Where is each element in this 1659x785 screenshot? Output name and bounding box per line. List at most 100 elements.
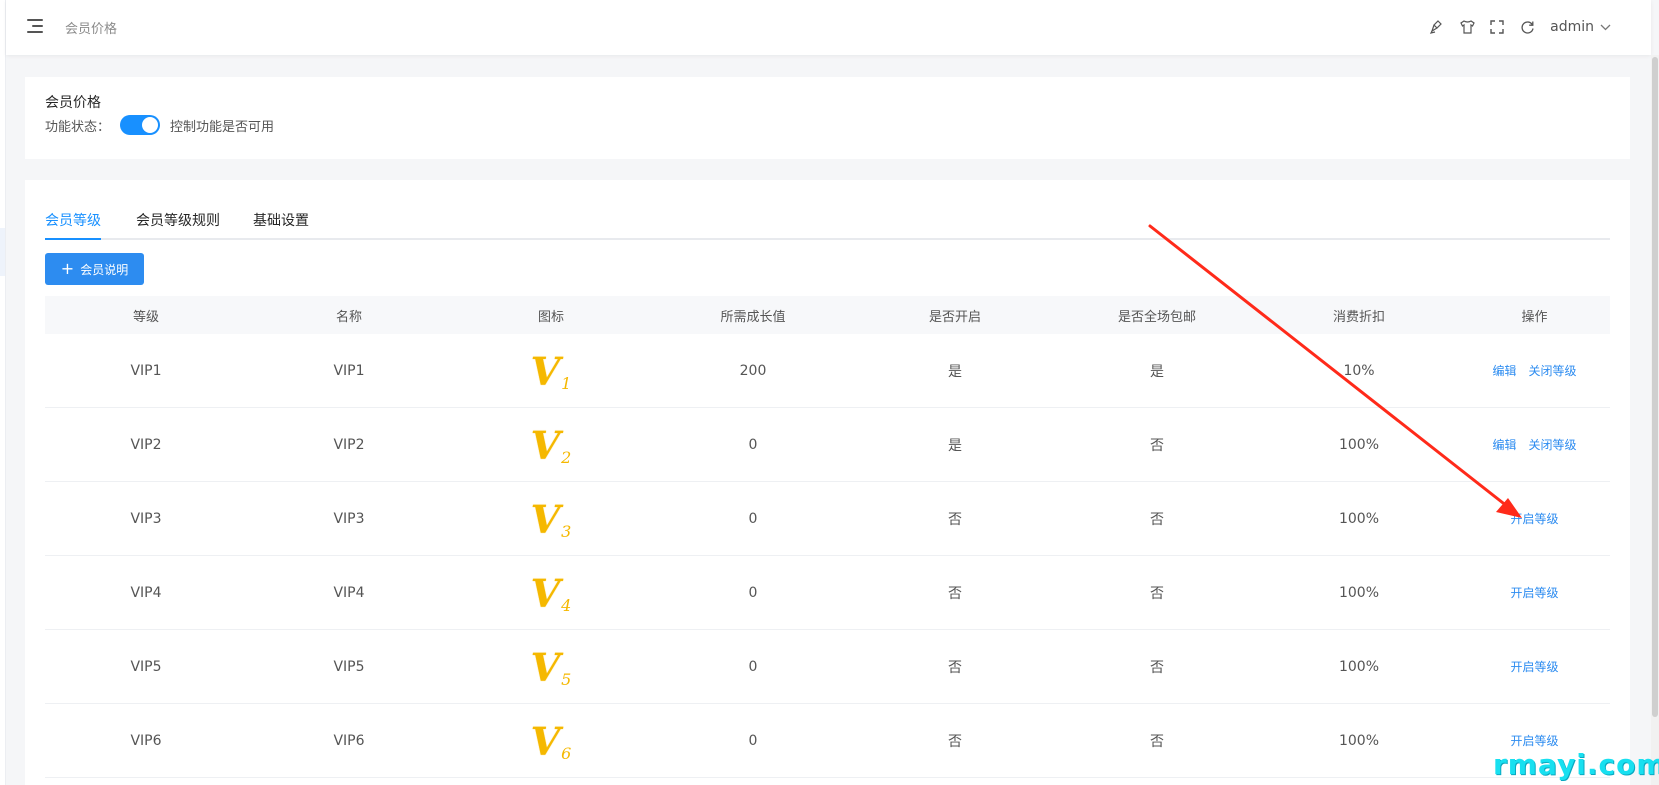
cell-growth: 200: [739, 362, 767, 379]
refresh-icon[interactable]: [1518, 18, 1536, 36]
member-level-table: 等级 名称 图标 所需成长值 是否开启 是否全场包邮 消费折扣 操作 VIP1 …: [45, 296, 1610, 778]
shirt-icon[interactable]: [1458, 18, 1476, 36]
cell-level: VIP5: [130, 658, 162, 675]
cell-icon: V3: [451, 499, 651, 541]
cell-name: VIP4: [333, 584, 365, 601]
table-row: VIP3 VIP3 V3 0 否 否 100% 开启等级: [45, 482, 1610, 556]
edit-link[interactable]: 编辑: [1492, 436, 1516, 453]
cell-icon: V4: [451, 573, 651, 615]
cell-name: VIP6: [333, 732, 365, 749]
col-growth: 所需成长值: [720, 309, 786, 325]
cell-growth: 0: [748, 510, 758, 527]
cell-level: VIP1: [130, 362, 162, 379]
status-label: 功能状态：: [45, 119, 111, 135]
header-actions: admin: [1428, 16, 1611, 38]
cell-growth: 0: [748, 658, 758, 675]
open-level-link[interactable]: 开启等级: [1510, 510, 1558, 527]
cell-discount: 100%: [1338, 510, 1380, 527]
sidebar-active-indicator: [0, 228, 5, 276]
tab-bar: 会员等级 会员等级规则 基础设置: [45, 208, 1610, 240]
cell-free-shipping: 是: [1150, 363, 1164, 380]
col-free-shipping: 是否全场包邮: [1117, 309, 1196, 325]
cell-name: VIP2: [333, 436, 365, 453]
watermark-text: rmayi.com: [1493, 748, 1659, 781]
tab-basic-settings[interactable]: 基础设置: [253, 210, 309, 230]
breadcrumb: 会员价格: [65, 22, 118, 37]
plus-icon: +: [60, 259, 75, 278]
menu-toggle-icon[interactable]: [27, 19, 43, 33]
col-discount: 消费折扣: [1332, 309, 1385, 325]
cell-growth: 0: [748, 436, 758, 453]
section-title: 会员价格: [45, 95, 101, 111]
sidebar-edge: [0, 0, 6, 785]
chevron-down-icon: [1600, 24, 1611, 30]
cell-icon: V5: [451, 644, 651, 690]
table-header: 等级 名称 图标 所需成长值 是否开启 是否全场包邮 消费折扣 操作: [45, 296, 1610, 334]
brush-icon[interactable]: [1428, 18, 1446, 36]
cell-enabled: 是: [948, 363, 962, 380]
cell-discount: 100%: [1338, 436, 1380, 453]
cell-name: VIP5: [333, 658, 365, 675]
cell-actions: 编辑 关闭等级: [1459, 362, 1610, 379]
member-level-card: 会员等级 会员等级规则 基础设置 + 会员说明 等级 名称 图标 所需成长值 是…: [25, 180, 1630, 785]
cell-level: VIP6: [130, 732, 162, 749]
page-scrollbar[interactable]: [1651, 55, 1659, 785]
cell-level: VIP2: [130, 436, 162, 453]
cell-name: VIP3: [333, 510, 365, 527]
scrollbar-thumb[interactable]: [1652, 57, 1658, 717]
cell-free-shipping: 否: [1150, 659, 1164, 676]
member-description-label: 会员说明: [80, 262, 129, 277]
cell-enabled: 否: [948, 585, 962, 602]
col-level: 等级: [132, 309, 159, 325]
close-level-link[interactable]: 关闭等级: [1529, 436, 1577, 453]
cell-enabled: 否: [948, 659, 962, 676]
cell-actions: 编辑 关闭等级: [1459, 436, 1610, 453]
switch-knob: [142, 117, 159, 133]
cell-discount: 100%: [1338, 584, 1380, 601]
member-description-button[interactable]: + 会员说明: [45, 253, 144, 285]
cell-actions: 开启等级: [1459, 732, 1610, 749]
top-header: 会员价格 admin: [6, 0, 1651, 55]
tab-member-level-rules[interactable]: 会员等级规则: [136, 210, 220, 230]
fullscreen-icon[interactable]: [1488, 18, 1506, 36]
cell-enabled: 否: [948, 733, 962, 750]
cell-icon: V2: [451, 425, 651, 467]
cell-actions: 开启等级: [1459, 510, 1610, 527]
cell-enabled: 否: [948, 511, 962, 528]
edit-link[interactable]: 编辑: [1492, 362, 1516, 379]
cell-discount: 100%: [1338, 732, 1380, 749]
cell-icon: V6: [451, 718, 651, 764]
status-card: 会员价格 功能状态： 控制功能是否可用: [25, 77, 1630, 159]
cell-growth: 0: [748, 584, 758, 601]
username: admin: [1550, 19, 1594, 35]
close-level-link[interactable]: 关闭等级: [1529, 362, 1577, 379]
table-row: VIP5 VIP5 V5 0 否 否 100% 开启等级: [45, 630, 1610, 704]
table-row: VIP2 VIP2 V2 0 是 否 100% 编辑 关闭等级: [45, 408, 1610, 482]
open-level-link[interactable]: 开启等级: [1510, 732, 1558, 749]
user-menu[interactable]: admin: [1550, 19, 1611, 35]
vip-badge-icon: V1: [530, 348, 572, 394]
cell-free-shipping: 否: [1150, 733, 1164, 750]
col-actions: 操作: [1521, 309, 1548, 325]
active-tab-indicator: [45, 238, 101, 240]
table-row: VIP4 VIP4 V4 0 否 否 100% 开启等级: [45, 556, 1610, 630]
open-level-link[interactable]: 开启等级: [1510, 658, 1558, 675]
cell-free-shipping: 否: [1150, 585, 1164, 602]
status-row: 功能状态： 控制功能是否可用: [45, 115, 274, 135]
col-enabled: 是否开启: [928, 309, 981, 325]
tab-member-level[interactable]: 会员等级: [45, 210, 101, 230]
cell-level: VIP3: [130, 510, 162, 527]
table-row: VIP1 VIP1 V1 200 是 是 10% 编辑 关闭等级: [45, 334, 1610, 408]
open-level-link[interactable]: 开启等级: [1510, 584, 1558, 601]
cell-growth: 0: [748, 732, 758, 749]
feature-status-switch[interactable]: [120, 115, 161, 135]
vip-badge-icon: V6: [530, 718, 572, 764]
cell-free-shipping: 否: [1150, 437, 1164, 454]
col-icon: 图标: [537, 309, 564, 325]
cell-actions: 开启等级: [1459, 658, 1610, 675]
cell-free-shipping: 否: [1150, 511, 1164, 528]
table-row: VIP6 VIP6 V6 0 否 否 100% 开启等级: [45, 704, 1610, 778]
vip-badge-icon: V5: [530, 644, 572, 690]
cell-icon: V1: [451, 348, 651, 394]
cell-name: VIP1: [333, 362, 365, 379]
